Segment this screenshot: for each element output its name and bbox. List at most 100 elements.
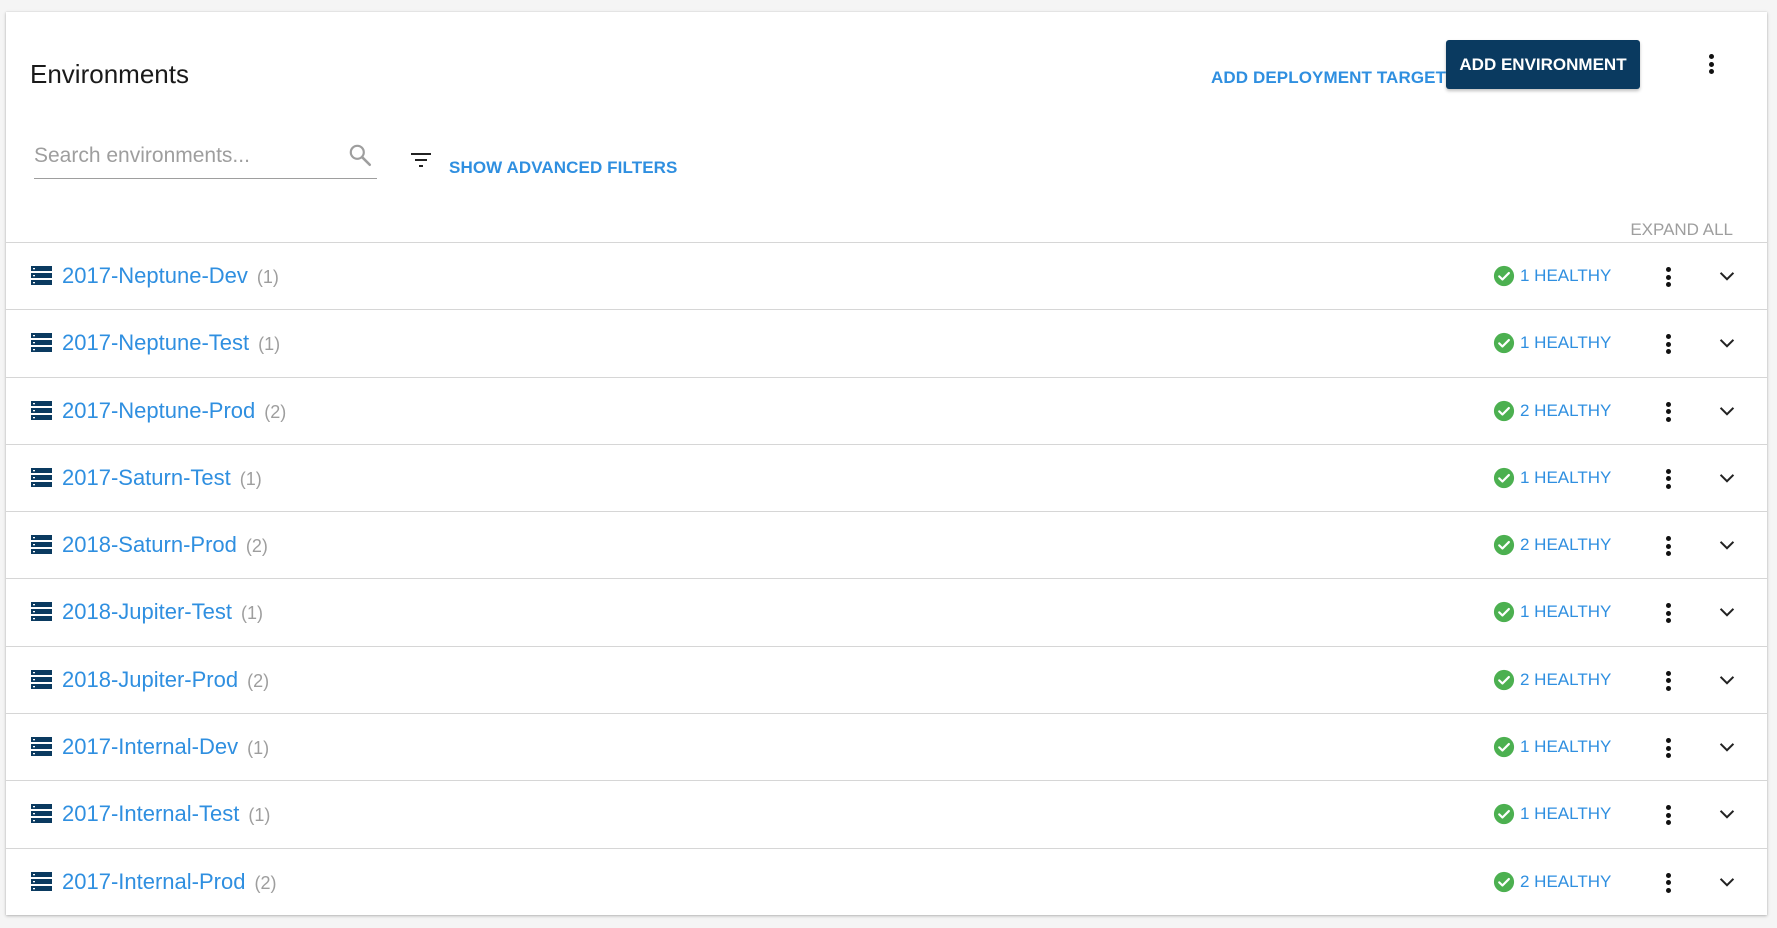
environment-row[interactable]: 2017-Neptune-Dev (1) 1 HEALTHY [6,242,1767,309]
environment-row[interactable]: 2017-Internal-Prod (2) 2 HEALTHY [6,847,1767,915]
environment-name-link[interactable]: 2017-Neptune-Dev (1) [62,263,279,290]
environment-name-link[interactable]: 2017-Internal-Prod (2) [62,869,276,896]
environment-name: 2018-Jupiter-Prod [62,666,239,692]
add-environment-button[interactable]: ADD ENVIRONMENT [1446,40,1640,89]
healthy-check-icon [1493,871,1515,892]
chevron-down-icon[interactable] [1716,871,1738,893]
environment-name-link[interactable]: 2018-Saturn-Prod (2) [62,532,268,559]
row-more-options-icon[interactable] [1664,805,1672,826]
row-more-options-icon[interactable] [1664,468,1672,489]
chevron-down-icon[interactable] [1716,467,1738,489]
row-more-options-icon[interactable] [1664,738,1672,759]
environment-server-icon [31,669,52,689]
environment-target-count: (1) [247,738,270,759]
environment-row[interactable]: 2017-Saturn-Test (1) 1 HEALTHY [6,443,1767,511]
chevron-down-icon[interactable] [1716,736,1738,758]
add-deployment-target-button[interactable]: ADD DEPLOYMENT TARGET [1211,66,1446,90]
environment-target-count: (2) [254,872,277,893]
environment-name-link[interactable]: 2018-Jupiter-Test (1) [62,599,263,626]
environment-server-icon [31,333,52,353]
row-more-options-icon[interactable] [1664,536,1672,557]
environment-name-link[interactable]: 2017-Internal-Dev (1) [62,734,269,761]
chevron-down-icon[interactable] [1716,400,1738,422]
healthy-check-icon [1493,400,1515,421]
chevron-down-icon[interactable] [1716,669,1738,691]
environment-server-icon [31,535,52,555]
environment-server-icon [31,602,52,622]
environment-name: 2017-Neptune-Prod [62,397,256,423]
environment-server-icon [31,266,52,285]
healthy-check-icon [1493,804,1515,825]
environment-server-icon [31,871,52,891]
environment-name: 2017-Neptune-Dev [62,263,248,288]
search-input[interactable] [34,140,334,172]
health-label: 1 HEALTHY [1520,804,1612,824]
environment-name: 2018-Jupiter-Test [62,599,232,625]
environment-name: 2017-Internal-Test [62,801,240,827]
health-label: 1 HEALTHY [1520,737,1612,757]
environment-server-icon [31,737,52,757]
environment-target-count: (2) [245,536,268,557]
healthy-check-icon [1493,265,1515,287]
environment-name: 2017-Saturn-Test [62,464,231,490]
show-advanced-filters-button[interactable]: SHOW ADVANCED FILTERS [449,157,677,179]
health-status[interactable]: 1 HEALTHY [1493,601,1611,623]
environment-list: 2017-Neptune-Dev (1) 1 HEALTHY 2017-Neptu… [6,242,1767,915]
healthy-check-icon [1493,669,1515,690]
health-label: 2 HEALTHY [1520,535,1612,555]
health-status[interactable]: 2 HEALTHY [1493,669,1611,691]
page-title: Environments [30,59,189,89]
environment-name-link[interactable]: 2017-Internal-Test (1) [62,801,270,828]
environment-target-count: (1) [258,334,281,355]
row-more-options-icon[interactable] [1664,603,1672,624]
environment-name-link[interactable]: 2018-Jupiter-Prod (2) [62,667,269,694]
row-more-options-icon[interactable] [1664,267,1672,287]
health-label: 2 HEALTHY [1520,871,1612,891]
row-more-options-icon[interactable] [1664,334,1672,355]
environment-server-icon [31,467,52,487]
health-label: 1 HEALTHY [1520,266,1612,285]
row-more-options-icon[interactable] [1664,401,1672,422]
row-more-options-icon[interactable] [1664,670,1672,691]
health-label: 1 HEALTHY [1520,333,1612,353]
environment-row[interactable]: 2017-Neptune-Test (1) 1 HEALTHY [6,309,1767,376]
health-status[interactable]: 1 HEALTHY [1493,803,1611,825]
environment-server-icon [31,804,52,824]
chevron-down-icon[interactable] [1716,332,1738,354]
health-status[interactable]: 2 HEALTHY [1493,400,1611,422]
more-options-icon[interactable] [1707,54,1715,74]
health-status[interactable]: 2 HEALTHY [1493,871,1611,893]
environment-name-link[interactable]: 2017-Saturn-Test (1) [62,465,262,492]
health-status[interactable]: 2 HEALTHY [1493,534,1611,556]
health-status[interactable]: 1 HEALTHY [1493,736,1611,758]
healthy-check-icon [1493,333,1515,354]
environment-target-count: (1) [256,267,279,287]
environment-row[interactable]: 2017-Internal-Dev (1) 1 HEALTHY [6,713,1767,780]
environment-name-link[interactable]: 2017-Neptune-Test (1) [62,330,280,357]
search-icon[interactable] [347,142,373,168]
environment-row[interactable]: 2018-Saturn-Prod (2) 2 HEALTHY [6,511,1767,578]
row-more-options-icon[interactable] [1664,872,1672,893]
environment-name-link[interactable]: 2017-Neptune-Prod (2) [62,398,286,425]
chevron-down-icon[interactable] [1716,601,1738,623]
health-status[interactable]: 1 HEALTHY [1493,265,1611,287]
search-field [34,138,377,179]
chevron-down-icon[interactable] [1716,803,1738,825]
environment-row[interactable]: 2017-Internal-Test (1) 1 HEALTHY [6,780,1767,847]
health-status[interactable]: 1 HEALTHY [1493,332,1611,354]
filter-list-icon[interactable] [409,148,433,172]
health-label: 2 HEALTHY [1520,400,1612,420]
environment-server-icon [31,400,52,420]
health-label: 2 HEALTHY [1520,669,1612,689]
health-status[interactable]: 1 HEALTHY [1493,467,1611,489]
environments-card: Environments ADD DEPLOYMENT TARGET ADD E… [6,12,1767,915]
environment-row[interactable]: 2018-Jupiter-Test (1) 1 HEALTHY [6,578,1767,645]
environment-row[interactable]: 2017-Neptune-Prod (2) 2 HEALTHY [6,376,1767,444]
chevron-down-icon[interactable] [1716,534,1738,556]
chevron-down-icon[interactable] [1716,265,1738,287]
health-label: 1 HEALTHY [1520,467,1612,487]
environment-row[interactable]: 2018-Jupiter-Prod (2) 2 HEALTHY [6,645,1767,713]
expand-all-button[interactable]: EXPAND ALL [1630,220,1733,240]
environment-target-count: (2) [264,401,287,422]
environment-target-count: (1) [240,603,263,624]
